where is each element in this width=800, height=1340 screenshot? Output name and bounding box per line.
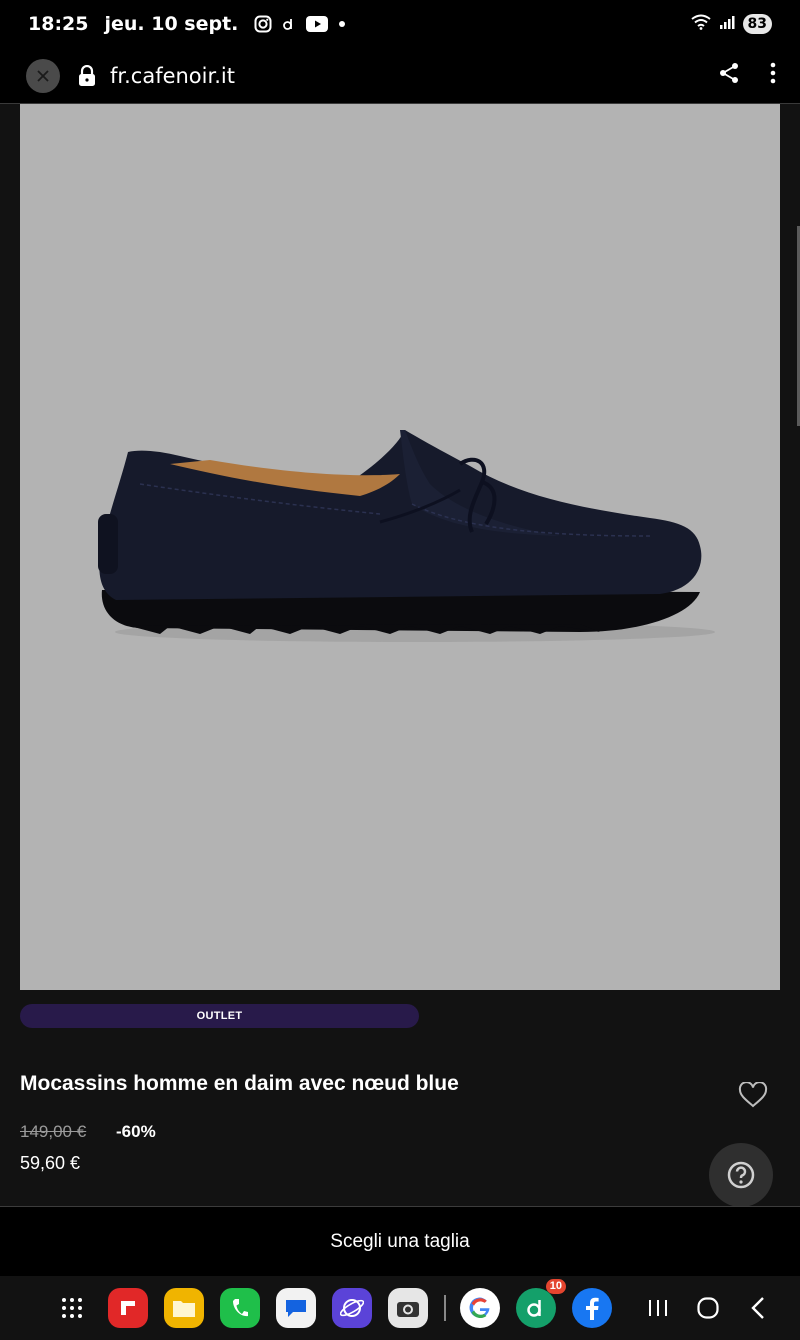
share-icon[interactable] [718, 62, 740, 89]
d-app-icon[interactable]: 10 [516, 1279, 566, 1328]
sale-price: 59,60 € [20, 1153, 81, 1173]
loafer-shoe-illustration [98, 430, 715, 642]
discount-percent: -60% [116, 1122, 156, 1141]
status-time: 18:25 [28, 13, 89, 35]
google-icon[interactable] [460, 1288, 500, 1328]
taskbar-divider [444, 1295, 446, 1321]
phone-icon[interactable] [220, 1288, 260, 1328]
battery-level: 83 [742, 14, 772, 34]
browser-address-bar: fr.cafenoir.it [0, 48, 800, 104]
home-icon[interactable] [688, 1288, 728, 1328]
d-app-icon [282, 17, 296, 31]
dot-icon [338, 20, 346, 28]
recents-icon[interactable] [638, 1288, 678, 1328]
wifi-icon [690, 14, 711, 34]
help-button[interactable] [709, 1143, 773, 1207]
outlet-badge: OUTLET [20, 1004, 419, 1028]
question-icon [727, 1161, 755, 1189]
close-tab-button[interactable] [26, 58, 60, 93]
instagram-icon [254, 15, 272, 33]
apps-grid-icon[interactable] [52, 1288, 92, 1328]
original-price: 149,00 € [20, 1122, 87, 1141]
product-title: Mocassins homme en daim avec nœud blue [20, 1072, 459, 1095]
signal-icon [719, 14, 735, 34]
more-vert-icon[interactable] [770, 62, 776, 89]
status-date: jeu. 10 sept. [104, 13, 239, 35]
lock-icon [78, 64, 96, 87]
my-files-icon[interactable] [164, 1288, 204, 1328]
flipboard-icon[interactable] [108, 1288, 148, 1328]
close-icon [37, 69, 49, 82]
url-text[interactable]: fr.cafenoir.it [110, 64, 235, 88]
back-icon[interactable] [738, 1288, 778, 1328]
messages-icon[interactable] [276, 1288, 316, 1328]
camera-icon[interactable] [388, 1288, 428, 1328]
system-taskbar: 10 [0, 1276, 800, 1340]
page-content: OUTLET Mocassins homme en daim avec nœud… [0, 104, 800, 1207]
youtube-icon [306, 16, 329, 32]
facebook-icon[interactable] [572, 1288, 612, 1328]
product-image[interactable] [20, 104, 780, 990]
notification-badge: 10 [545, 1279, 566, 1294]
internet-icon[interactable] [332, 1288, 372, 1328]
heart-icon[interactable] [738, 1081, 768, 1113]
status-bar: 18:25 jeu. 10 sept. 83 [0, 0, 800, 48]
choose-size-button[interactable]: Scegli una taglia [0, 1206, 800, 1276]
